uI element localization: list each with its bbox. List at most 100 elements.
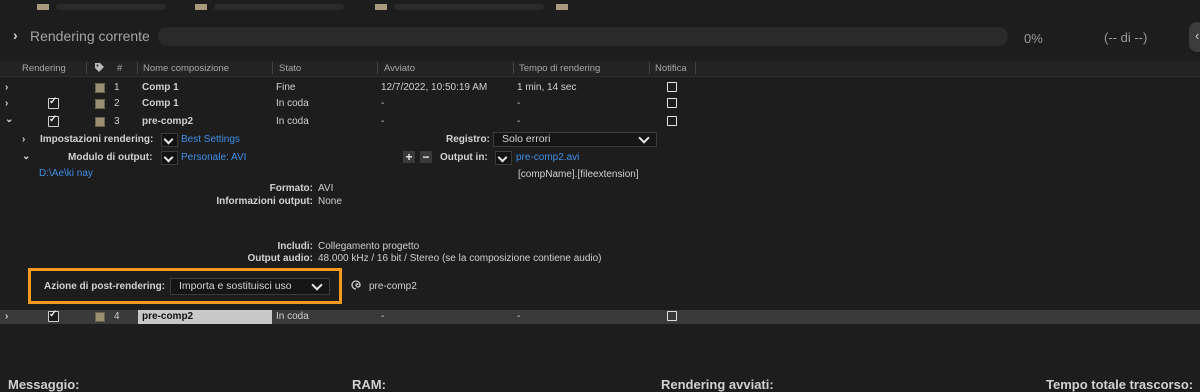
post-render-value: Importa e sostituisci uso (179, 280, 292, 292)
output-path-link[interactable]: D:\Ae\ki nay (39, 168, 93, 179)
row-comp-name[interactable]: Comp 1 (142, 82, 179, 93)
col-separator (695, 62, 696, 74)
row-status: Fine (276, 82, 296, 93)
label-mark (37, 4, 49, 10)
output-info-label: Informazioni output: (216, 196, 313, 207)
pickwhip-icon[interactable] (350, 279, 362, 294)
audio-output-label: Output audio: (247, 253, 313, 264)
row-number: 4 (114, 311, 120, 322)
output-module-dropdown[interactable] (161, 151, 178, 165)
queue-row-expanded[interactable]: ⌄ 3 pre-comp2 In coda - - (0, 114, 1200, 128)
add-output-button[interactable]: + (403, 151, 415, 163)
col-separator (272, 62, 273, 74)
elapsed-time-label: Tempo totale trascorso: (1046, 377, 1194, 392)
label-color-swatch[interactable] (95, 83, 105, 93)
row-comp-name[interactable]: Comp 1 (142, 98, 179, 109)
row-render-time: 1 min, 14 sec (517, 82, 577, 93)
renders-started-label: Rendering avviati: (661, 377, 774, 392)
queue-row-selected[interactable]: › 4 pre-comp2 In coda - - (0, 309, 1200, 324)
row-started: - (381, 98, 385, 109)
chevron-down-icon (311, 279, 323, 291)
row-started: - (381, 116, 385, 127)
row-started: 12/7/2022, 10:50:19 AM (381, 82, 488, 93)
col-separator (137, 62, 138, 74)
col-render-time[interactable]: Tempo di rendering (519, 63, 600, 74)
row-render-time: - (517, 311, 521, 322)
notify-checkbox[interactable] (667, 98, 677, 108)
chevron-right-icon[interactable]: › (5, 82, 8, 93)
side-button[interactable]: ‹ (1189, 22, 1200, 52)
col-separator (377, 62, 378, 74)
render-checkbox[interactable] (48, 96, 59, 109)
queue-row[interactable]: › 2 Comp 1 In coda - - (0, 96, 1200, 110)
col-comp-name[interactable]: Nome composizione (143, 63, 229, 74)
row-number: 1 (114, 82, 120, 93)
row-comp-name[interactable]: pre-comp2 (142, 311, 193, 322)
chevron-right-icon[interactable]: › (5, 311, 8, 322)
current-render-label[interactable]: Rendering corrente (30, 28, 150, 44)
row-number: 2 (114, 98, 120, 109)
col-started[interactable]: Avviato (384, 63, 415, 74)
chevron-right-icon[interactable]: › (5, 98, 8, 109)
col-rendering[interactable]: Rendering (22, 63, 66, 74)
output-file-link[interactable]: pre-comp2.avi (516, 152, 579, 163)
label-color-swatch[interactable] (95, 99, 105, 109)
log-select[interactable]: Solo errori (493, 132, 657, 147)
cut-bar (394, 4, 544, 10)
render-checkbox[interactable] (48, 114, 59, 127)
chevron-down-icon[interactable]: ⌄ (22, 151, 30, 162)
label-color-swatch[interactable] (95, 117, 105, 127)
row-status: In coda (276, 116, 309, 127)
output-to-dropdown[interactable] (495, 151, 512, 165)
log-label: Registro: (446, 134, 490, 145)
output-module-link[interactable]: Personale: AVI (181, 152, 246, 163)
label-mark (556, 4, 568, 10)
row-status: In coda (276, 98, 309, 109)
label-mark (195, 4, 207, 10)
format-value: AVI (318, 183, 334, 194)
audio-output-value: 48.000 kHz / 16 bit / Stereo (se la comp… (318, 253, 602, 264)
log-select-value: Solo errori (502, 133, 551, 145)
cut-bar (56, 4, 166, 10)
post-render-target: pre-comp2 (369, 281, 417, 292)
post-render-label: Azione di post-rendering: (44, 281, 166, 292)
chevron-down-icon (638, 132, 650, 144)
render-checkbox[interactable] (48, 309, 59, 322)
col-notify[interactable]: Notifica (655, 63, 687, 74)
ram-label: RAM: (352, 377, 386, 392)
render-count: (-- di --) (1104, 30, 1148, 45)
output-to-label: Output in: (440, 152, 488, 163)
chevron-right-icon[interactable]: › (22, 134, 25, 145)
col-separator (649, 62, 650, 74)
col-number[interactable]: # (117, 63, 122, 74)
remove-output-button[interactable]: − (420, 151, 432, 163)
row-render-time: - (517, 98, 521, 109)
chevron-right-icon[interactable]: › (13, 27, 18, 43)
row-render-time: - (517, 116, 521, 127)
post-render-select[interactable]: Importa e sostituisci uso (170, 278, 330, 295)
queue-row[interactable]: › 1 Comp 1 Fine 12/7/2022, 10:50:19 AM 1… (0, 81, 1200, 94)
render-progress-bar (158, 27, 1008, 46)
queue-header: Rendering # Nome composizione Stato Avvi… (0, 61, 1200, 77)
row-status: In coda (276, 311, 309, 322)
row-number: 3 (114, 116, 120, 127)
output-module-label: Modulo di output: (68, 152, 153, 163)
include-value: Collegamento progetto (318, 241, 420, 252)
col-status[interactable]: Stato (279, 63, 301, 74)
render-percent: 0% (1024, 31, 1043, 46)
notify-checkbox[interactable] (667, 116, 677, 126)
notify-checkbox[interactable] (667, 311, 677, 321)
notify-checkbox[interactable] (667, 82, 677, 92)
label-color-swatch[interactable] (95, 312, 105, 322)
chevron-icon: ‹ (1195, 28, 1200, 43)
row-comp-name[interactable]: pre-comp2 (142, 116, 193, 127)
chevron-down-icon[interactable]: ⌄ (5, 114, 13, 125)
tag-icon[interactable] (94, 62, 105, 76)
output-template: [compName].[fileextension] (518, 169, 639, 180)
top-toolbar-strip (0, 0, 1200, 16)
render-settings-link[interactable]: Best Settings (181, 134, 240, 145)
render-settings-dropdown[interactable] (161, 133, 178, 147)
col-separator (513, 62, 514, 74)
format-label: Formato: (269, 183, 313, 194)
label-mark (375, 4, 387, 10)
